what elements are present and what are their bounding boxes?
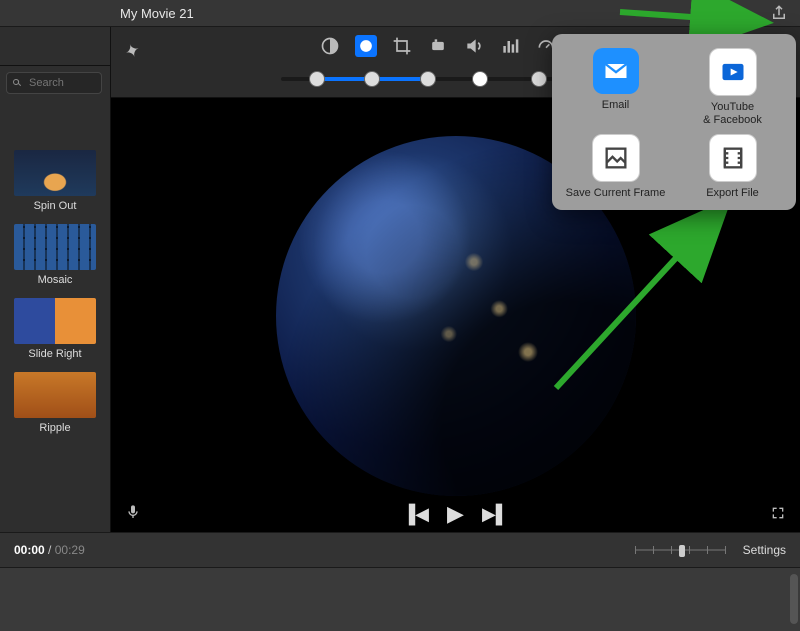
timeline[interactable] [0, 568, 800, 631]
transition-item[interactable]: Spin Out [0, 150, 110, 212]
timeline-scrollbar[interactable] [790, 574, 798, 624]
prev-frame-button[interactable]: ▐◀ [402, 504, 429, 525]
color-balance-icon[interactable] [355, 35, 377, 57]
share-youtube-facebook[interactable]: YouTube & Facebook [675, 48, 790, 126]
project-title: My Movie 21 [120, 6, 194, 21]
transition-item[interactable]: Mosaic [0, 224, 110, 286]
equalizer-icon[interactable] [499, 35, 521, 57]
transition-label: Spin Out [0, 200, 110, 212]
transition-label: Slide Right [0, 348, 110, 360]
timeline-header: 00:00 / 00:29 Settings [0, 532, 800, 568]
time-duration: 00:29 [55, 543, 85, 557]
crop-icon[interactable] [391, 35, 413, 57]
search-box[interactable] [6, 72, 104, 94]
next-frame-button[interactable]: ▶▌ [482, 504, 509, 525]
volume-icon[interactable] [463, 35, 485, 57]
transition-label: Ripple [0, 422, 110, 434]
transition-thumb [14, 372, 96, 418]
playback-controls: ▐◀ ▶ ▶▌ [111, 496, 800, 532]
share-save-frame[interactable]: Save Current Frame [558, 134, 673, 200]
time-sep: / [45, 543, 55, 557]
transition-thumb [14, 224, 96, 270]
share-popover: EmailYouTube & Facebook Save Current Fram… [552, 34, 796, 210]
transition-thumb [14, 150, 96, 196]
share-item-label: Save Current Frame [558, 187, 673, 200]
share-item-label: Export File [675, 187, 790, 200]
time-current: 00:00 [14, 543, 45, 557]
share-email[interactable]: Email [558, 48, 673, 126]
share-item-label: Email [558, 99, 673, 112]
settings-button[interactable]: Settings [743, 543, 786, 557]
stabilize-icon[interactable] [427, 35, 449, 57]
transitions-list: Spin Out Mosaic Slide Right Ripple [0, 100, 110, 446]
sidebar: Spin Out Mosaic Slide Right Ripple [0, 27, 111, 532]
search-icon [11, 77, 23, 89]
transition-item[interactable]: Ripple [0, 372, 110, 434]
share-export-file[interactable]: Export File [675, 134, 790, 200]
transition-item[interactable]: Slide Right [0, 298, 110, 360]
transition-label: Mosaic [0, 274, 110, 286]
voiceover-button[interactable] [125, 502, 141, 527]
zoom-slider[interactable] [635, 541, 725, 559]
titlebar: My Movie 21 [0, 0, 800, 27]
magic-wand-icon[interactable]: ✦ [122, 39, 143, 64]
transition-thumb [14, 298, 96, 344]
share-button[interactable] [770, 4, 788, 22]
share-item-label: YouTube & Facebook [675, 101, 790, 126]
fullscreen-button[interactable] [770, 505, 786, 524]
auto-enhance-icon[interactable] [319, 35, 341, 57]
play-button[interactable]: ▶ [447, 501, 464, 527]
